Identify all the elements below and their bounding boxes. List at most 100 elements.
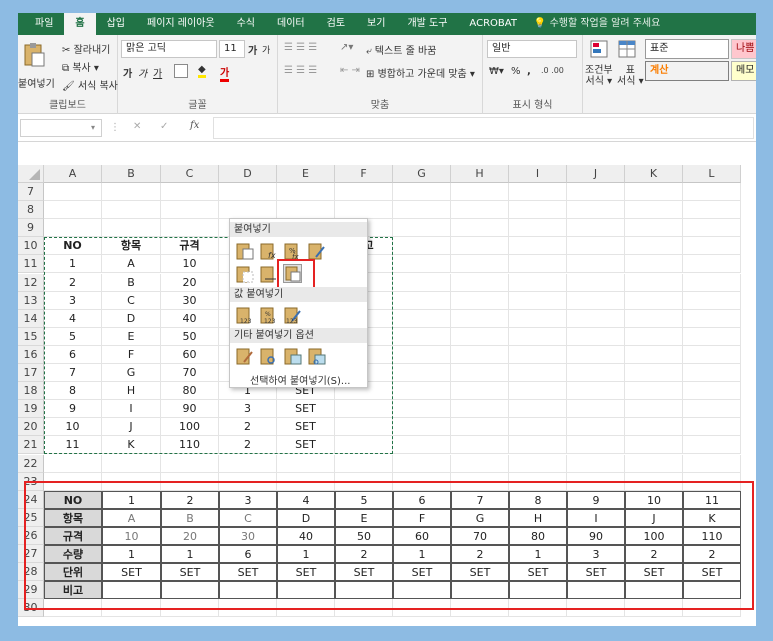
column-header[interactable]: J xyxy=(567,165,625,183)
cell[interactable] xyxy=(451,291,509,310)
cell[interactable] xyxy=(567,237,625,256)
underline-button[interactable]: 가 xyxy=(153,65,162,80)
row-header[interactable]: 20 xyxy=(18,418,44,437)
paste-no-borders-icon[interactable] xyxy=(235,264,254,283)
cell[interactable] xyxy=(509,382,567,401)
cell[interactable] xyxy=(161,183,219,202)
cell[interactable] xyxy=(451,436,509,455)
cell[interactable] xyxy=(625,237,683,256)
paste-formulas-number-format-icon[interactable]: % fx xyxy=(283,241,302,261)
cell[interactable] xyxy=(161,201,219,220)
name-box[interactable] xyxy=(20,119,102,137)
paste-icon[interactable] xyxy=(22,41,50,67)
format-painter-button[interactable]: 🖌 서식 복사 xyxy=(62,77,118,92)
column-header[interactable]: H xyxy=(451,165,509,183)
cell[interactable] xyxy=(625,345,683,364)
paste-formatting-icon[interactable] xyxy=(235,346,254,365)
row-header[interactable]: 12 xyxy=(18,273,44,292)
paste-formulas-icon[interactable]: fx xyxy=(259,241,278,260)
cell[interactable] xyxy=(509,291,567,310)
font-size-box[interactable]: 11 xyxy=(219,40,245,58)
cell[interactable] xyxy=(567,382,625,401)
cell[interactable] xyxy=(393,219,451,238)
cell[interactable] xyxy=(393,237,451,256)
cell[interactable] xyxy=(509,327,567,346)
cell[interactable] xyxy=(567,201,625,220)
paste-icon[interactable] xyxy=(235,241,254,260)
cell[interactable] xyxy=(335,454,393,473)
tab-data[interactable]: 데이터 xyxy=(266,13,316,35)
cell[interactable] xyxy=(451,255,509,274)
cell[interactable] xyxy=(625,309,683,328)
row-header[interactable]: 14 xyxy=(18,309,44,328)
tell-me-box[interactable]: 💡 수행할 작업을 알려 주세요 xyxy=(528,13,671,35)
cell[interactable] xyxy=(509,418,567,437)
row-header[interactable]: 11 xyxy=(18,255,44,274)
cell[interactable] xyxy=(451,183,509,202)
cell[interactable] xyxy=(683,364,741,383)
font-grow-button[interactable]: 가 xyxy=(248,42,257,57)
cell[interactable] xyxy=(625,291,683,310)
cell[interactable] xyxy=(393,183,451,202)
style-bad[interactable]: 나쁨 xyxy=(731,39,756,59)
cell[interactable] xyxy=(567,345,625,364)
conditional-format-icon[interactable] xyxy=(589,39,611,62)
format-table-button[interactable]: 표 서식 ▾ xyxy=(617,65,644,87)
cell[interactable] xyxy=(451,327,509,346)
column-header[interactable]: B xyxy=(102,165,161,183)
cell[interactable] xyxy=(509,201,567,220)
column-header[interactable]: D xyxy=(219,165,277,183)
cell[interactable] xyxy=(509,454,567,473)
cell[interactable] xyxy=(393,400,451,419)
cell[interactable] xyxy=(277,183,335,202)
cell[interactable] xyxy=(567,400,625,419)
paste-button[interactable]: 붙여넣기 xyxy=(18,75,55,90)
row-header[interactable]: 22 xyxy=(18,454,44,473)
cell[interactable] xyxy=(683,183,741,202)
decimal-icon[interactable]: .0 .00 xyxy=(541,66,564,75)
orientation-icon[interactable]: ↗▾ xyxy=(340,42,353,53)
cell[interactable] xyxy=(683,327,741,346)
cell[interactable] xyxy=(509,219,567,238)
column-header[interactable]: L xyxy=(683,165,741,183)
row-header[interactable]: 9 xyxy=(18,219,44,238)
cell[interactable] xyxy=(393,418,451,437)
conditional-format-button[interactable]: 조건부 서식 ▾ xyxy=(585,65,613,87)
cell[interactable] xyxy=(625,183,683,202)
cell[interactable] xyxy=(102,183,161,202)
cell[interactable] xyxy=(683,237,741,256)
cell[interactable] xyxy=(451,418,509,437)
currency-icon[interactable]: ₩▾ xyxy=(489,66,504,77)
align-top-icon[interactable]: ☰ ☰ ☰ xyxy=(284,42,317,53)
cell[interactable] xyxy=(44,183,102,202)
cell[interactable] xyxy=(393,255,451,274)
cell[interactable] xyxy=(683,255,741,274)
cell[interactable] xyxy=(393,382,451,401)
name-box-dropdown-icon[interactable]: ▾ xyxy=(91,123,95,132)
cell[interactable] xyxy=(393,454,451,473)
cell[interactable] xyxy=(683,291,741,310)
percent-button[interactable]: % xyxy=(511,66,521,77)
paste-linked-picture-icon[interactable] xyxy=(307,346,326,365)
cell[interactable] xyxy=(567,436,625,455)
cell[interactable] xyxy=(44,454,102,473)
cell[interactable] xyxy=(451,219,509,238)
cell[interactable] xyxy=(451,382,509,401)
cell[interactable] xyxy=(683,201,741,220)
cell[interactable] xyxy=(509,237,567,256)
cell[interactable] xyxy=(451,273,509,292)
tab-view[interactable]: 보기 xyxy=(356,13,396,35)
tab-acrobat[interactable]: ACROBAT xyxy=(458,13,528,35)
formula-input[interactable] xyxy=(213,117,754,139)
cell[interactable] xyxy=(335,201,393,220)
cell[interactable] xyxy=(567,454,625,473)
cell[interactable] xyxy=(219,183,277,202)
comma-button[interactable]: , xyxy=(527,66,531,77)
cell[interactable] xyxy=(219,454,277,473)
tab-page-layout[interactable]: 페이지 레이아웃 xyxy=(136,13,226,35)
cell[interactable] xyxy=(277,201,335,220)
cell[interactable] xyxy=(683,436,741,455)
cell[interactable] xyxy=(161,219,219,238)
cell[interactable] xyxy=(625,364,683,383)
row-header[interactable]: 7 xyxy=(18,183,44,202)
